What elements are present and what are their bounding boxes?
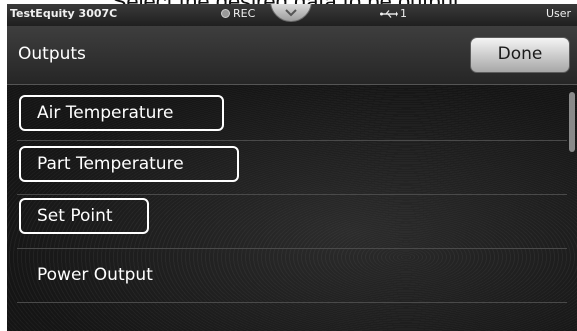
output-row-part-temperature[interactable]: Part Temperature xyxy=(17,141,567,195)
chevron-down-icon xyxy=(285,9,297,17)
touchscreen: TestEquity 3007C REC 1 User Outputs Done xyxy=(7,4,577,331)
rec-label: REC xyxy=(233,7,256,20)
device-name: TestEquity 3007C xyxy=(10,7,118,20)
usb-icon xyxy=(380,9,398,18)
output-label: Air Temperature xyxy=(37,103,174,123)
pull-down-tab[interactable] xyxy=(270,4,312,22)
record-icon xyxy=(221,9,230,18)
output-label: Power Output xyxy=(37,265,153,285)
output-row-power-output[interactable]: Power Output xyxy=(17,249,567,303)
rec-indicator: REC xyxy=(221,7,255,20)
output-label: Set Point xyxy=(37,206,113,226)
usb-count: 1 xyxy=(400,7,407,20)
outputs-list: Air Temperature Part Temperature Set Poi… xyxy=(7,85,577,331)
done-button[interactable]: Done xyxy=(470,37,570,73)
usb-indicator: 1 xyxy=(380,7,407,20)
page-header: Outputs Done xyxy=(7,26,577,85)
output-label: Part Temperature xyxy=(37,154,184,174)
user-label[interactable]: User xyxy=(546,7,571,20)
output-row-air-temperature[interactable]: Air Temperature xyxy=(17,87,567,141)
status-bar: TestEquity 3007C REC 1 User xyxy=(7,4,577,26)
scrollbar[interactable] xyxy=(569,92,575,152)
page-title: Outputs xyxy=(18,44,86,64)
output-row-set-point[interactable]: Set Point xyxy=(17,195,567,249)
